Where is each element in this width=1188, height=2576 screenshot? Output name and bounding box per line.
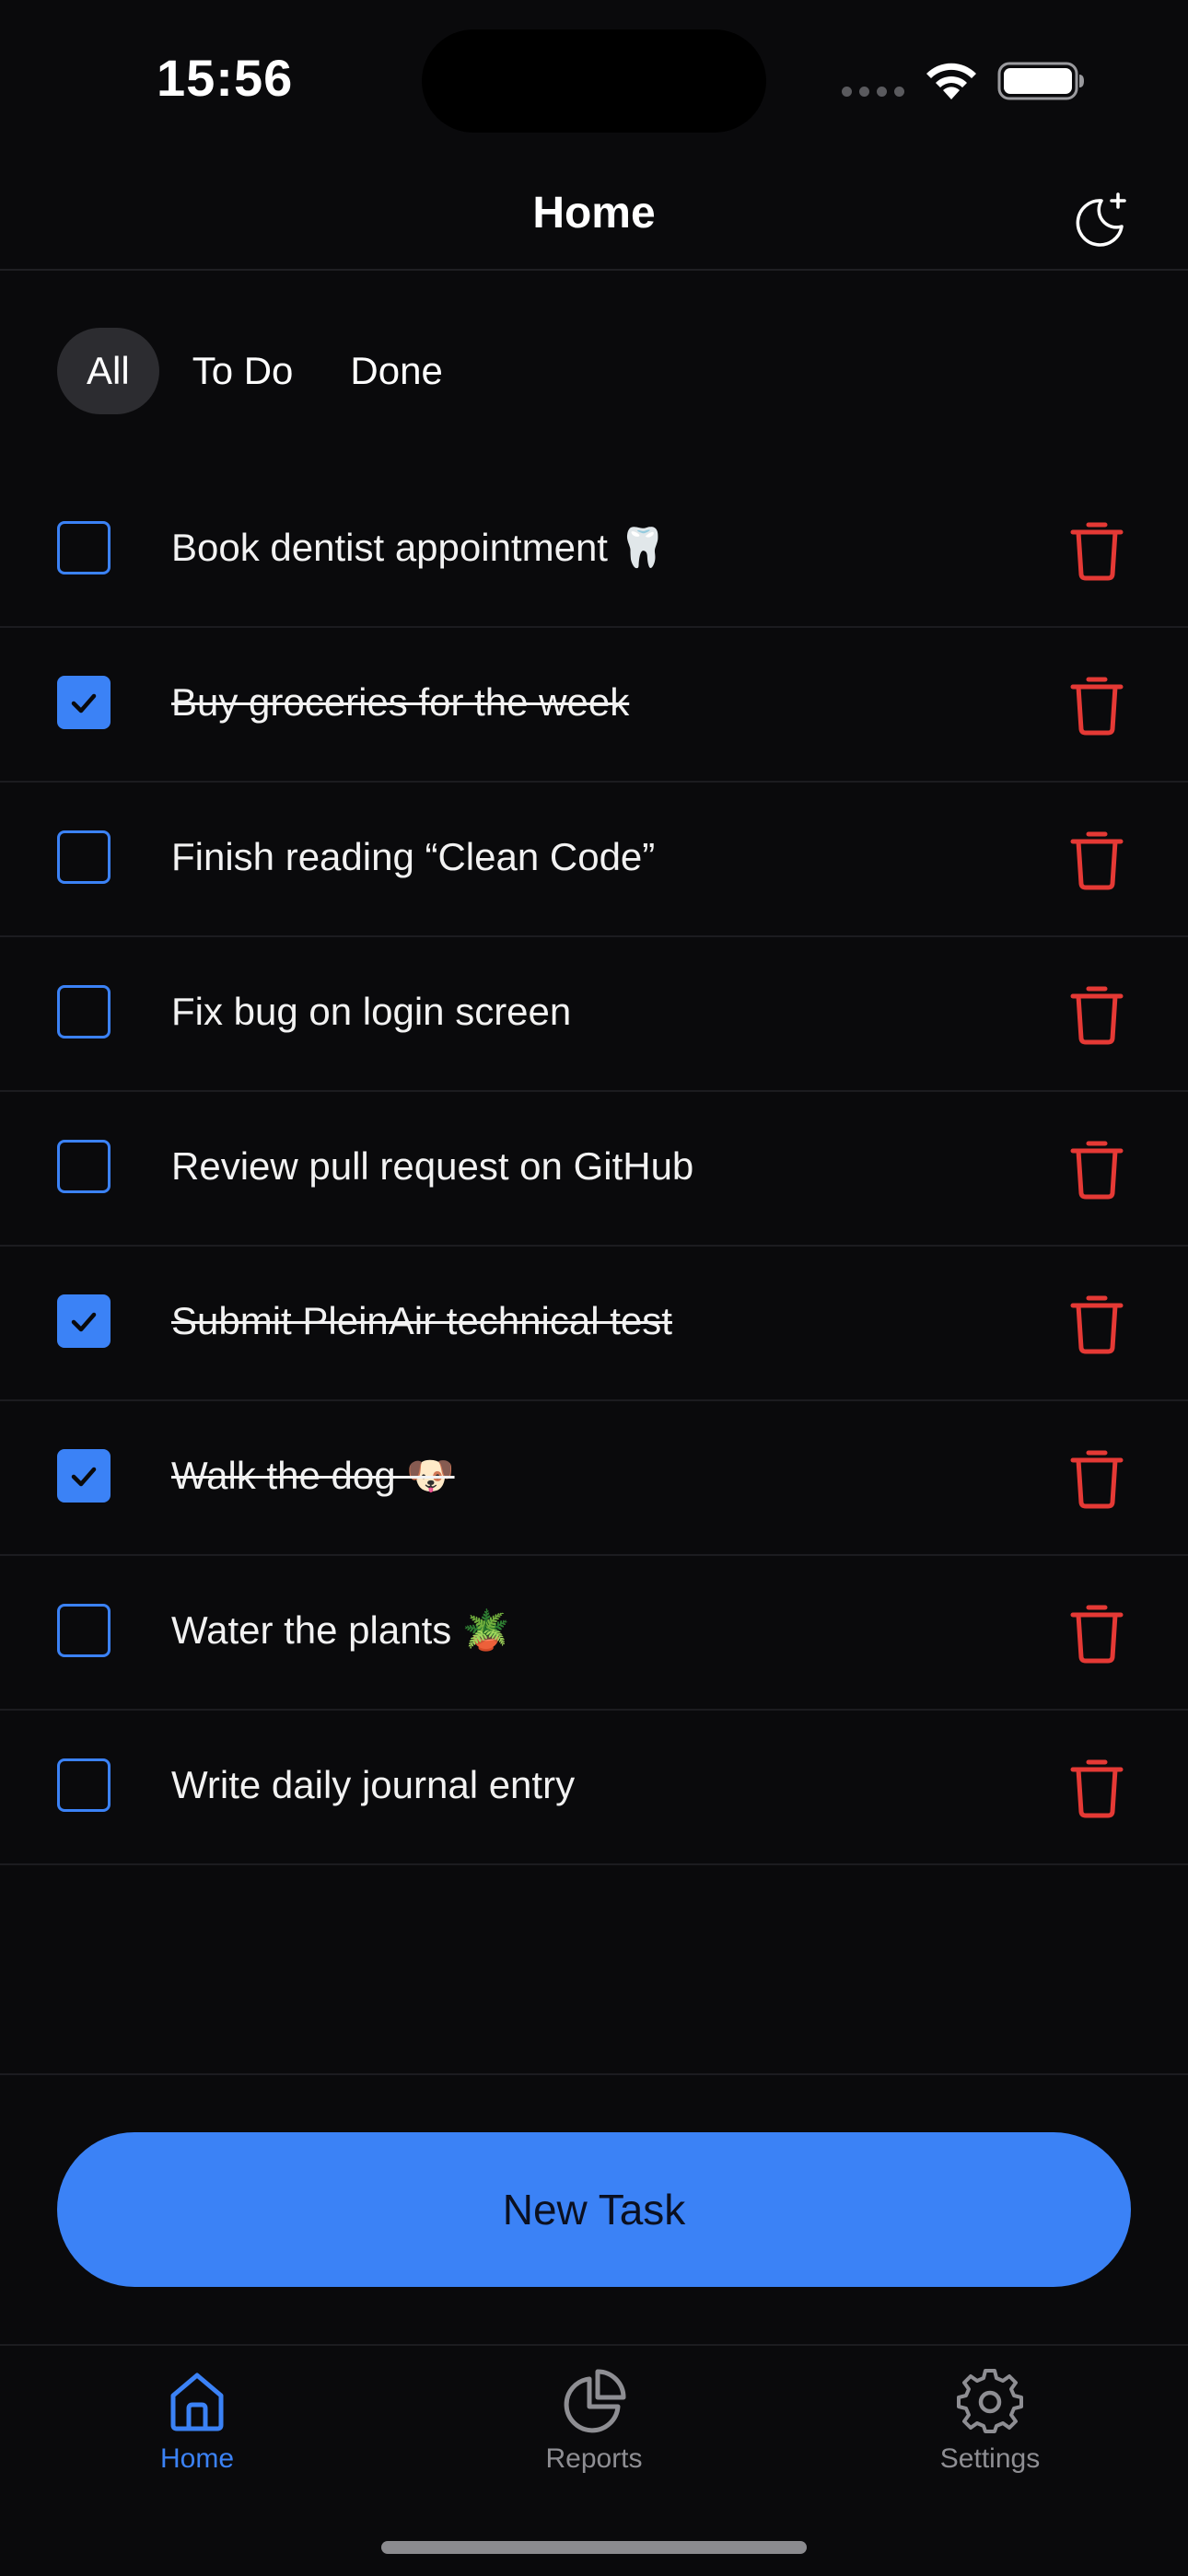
trash-icon[interactable]	[1068, 1602, 1125, 1665]
battery-icon	[997, 62, 1084, 100]
trash-icon[interactable]	[1068, 674, 1125, 737]
task-checkbox[interactable]	[57, 1140, 111, 1193]
tab-settings[interactable]: Settings	[879, 2368, 1101, 2475]
app-header: Home	[0, 157, 1188, 271]
pie-chart-icon	[564, 2369, 626, 2433]
new-task-button[interactable]: New Task	[57, 2132, 1131, 2287]
home-icon	[170, 2373, 224, 2431]
task-title: Buy groceries for the week	[171, 680, 630, 724]
page-title: Home	[532, 189, 656, 238]
tab-reports[interactable]: Reports	[483, 2368, 705, 2475]
task-checkbox[interactable]	[57, 521, 111, 574]
divider	[0, 2073, 1188, 2075]
filter-done[interactable]: Done	[326, 328, 466, 414]
task-row[interactable]: Submit PleinAir technical test	[0, 1247, 1188, 1401]
task-checkbox-checked[interactable]	[57, 1449, 111, 1503]
task-checkbox-checked[interactable]	[57, 1294, 111, 1348]
task-title: Water the plants 🪴	[171, 1608, 511, 1652]
task-row[interactable]: Book dentist appointment 🦷	[0, 473, 1188, 628]
task-checkbox-checked[interactable]	[57, 676, 111, 729]
task-row[interactable]: Buy groceries for the week	[0, 628, 1188, 783]
status-bar: 15:56	[0, 0, 1188, 157]
trash-icon[interactable]	[1068, 829, 1125, 891]
tab-reports-label: Reports	[545, 2443, 643, 2474]
moon-plus-icon[interactable]	[1068, 190, 1129, 250]
task-title: Finish reading “Clean Code”	[171, 835, 656, 878]
task-checkbox[interactable]	[57, 830, 111, 884]
signal-dots-icon	[842, 87, 904, 97]
task-row[interactable]: Water the plants 🪴	[0, 1556, 1188, 1711]
task-row[interactable]: Write daily journal entry	[0, 1711, 1188, 1865]
status-time: 15:56	[157, 49, 294, 107]
trash-icon[interactable]	[1068, 1293, 1125, 1355]
trash-icon[interactable]	[1068, 1138, 1125, 1201]
trash-icon[interactable]	[1068, 519, 1125, 582]
task-list: Book dentist appointment 🦷 Buy groceries …	[0, 473, 1188, 1865]
filter-todo[interactable]: To Do	[169, 328, 318, 414]
tab-home[interactable]: Home	[87, 2368, 308, 2475]
task-title: Walk the dog 🐶	[171, 1454, 455, 1497]
gear-icon	[957, 2369, 1023, 2433]
task-title: Book dentist appointment 🦷	[171, 526, 667, 569]
task-title: Fix bug on login screen	[171, 990, 572, 1033]
task-checkbox[interactable]	[57, 985, 111, 1039]
task-row[interactable]: Finish reading “Clean Code”	[0, 783, 1188, 937]
tab-home-label: Home	[159, 2443, 235, 2474]
task-row[interactable]: Review pull request on GitHub	[0, 1092, 1188, 1247]
filter-tabs: All To Do Done	[57, 328, 467, 414]
filter-all[interactable]: All	[57, 328, 159, 414]
task-title: Write daily journal entry	[171, 1763, 576, 1806]
trash-icon[interactable]	[1068, 1757, 1125, 1819]
tab-settings-label: Settings	[939, 2443, 1041, 2474]
task-title: Submit PleinAir technical test	[171, 1299, 672, 1342]
task-row[interactable]: Walk the dog 🐶	[0, 1401, 1188, 1556]
wifi-icon	[926, 63, 976, 99]
task-row[interactable]: Fix bug on login screen	[0, 937, 1188, 1092]
task-checkbox[interactable]	[57, 1758, 111, 1812]
trash-icon[interactable]	[1068, 983, 1125, 1046]
dynamic-island	[422, 29, 766, 133]
trash-icon[interactable]	[1068, 1447, 1125, 1510]
task-title: Review pull request on GitHub	[171, 1144, 694, 1188]
home-indicator	[381, 2541, 807, 2554]
task-checkbox[interactable]	[57, 1604, 111, 1657]
